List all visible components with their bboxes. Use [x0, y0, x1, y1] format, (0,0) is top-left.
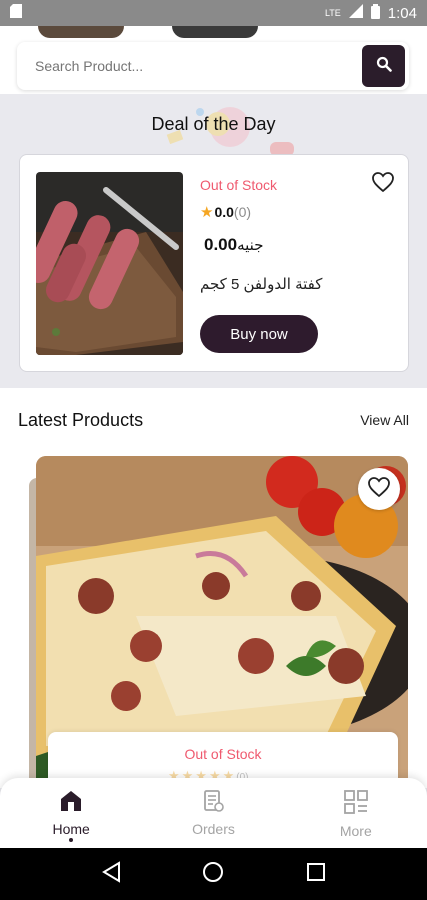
favorite-button[interactable]: [358, 468, 400, 510]
currency: جنيه: [237, 237, 264, 254]
back-icon[interactable]: [101, 860, 121, 888]
nav-home[interactable]: Home: [0, 778, 142, 848]
nav-more[interactable]: More: [285, 778, 427, 848]
deal-product-image[interactable]: [36, 172, 183, 355]
heart-icon: [371, 171, 395, 198]
view-all-link[interactable]: View All: [360, 412, 409, 428]
recents-icon[interactable]: [306, 862, 326, 887]
nav-label: Home: [52, 821, 90, 837]
category-strip[interactable]: [0, 26, 427, 38]
orders-icon: [202, 790, 225, 815]
price: 0.00جنيه: [204, 235, 263, 255]
header-area: [0, 26, 427, 94]
category-thumb[interactable]: [38, 26, 124, 38]
stock-status: Out of Stock: [184, 746, 262, 762]
search-icon: [376, 56, 392, 77]
nav-label: Orders: [192, 821, 235, 837]
category-thumb[interactable]: [172, 26, 258, 38]
star-icon: ★: [200, 204, 214, 221]
clock: 1:04: [387, 4, 417, 22]
search-input[interactable]: [35, 58, 335, 74]
battery-icon: [370, 3, 380, 23]
signal-icon: [348, 4, 363, 22]
rating-value: 0.0: [214, 204, 234, 220]
heart-icon: [367, 476, 391, 503]
nav-label: More: [339, 823, 372, 839]
section-title: Latest Products: [18, 410, 144, 430]
active-indicator: [69, 838, 74, 842]
buy-now-button[interactable]: Buy now: [200, 315, 318, 353]
bottom-navigation: Home Orders More: [0, 778, 427, 848]
favorite-button[interactable]: [368, 169, 398, 199]
deal-section: Deal of the Day Out of Stock ★ 0.0 (0) 0…: [0, 94, 427, 388]
product-card[interactable]: Out of Stock ★★★★★(0): [36, 456, 408, 796]
rating: ★ 0.0 (0): [200, 203, 251, 221]
search-button[interactable]: [362, 45, 405, 87]
latest-products-section: Latest Products View All Out of Stock ★★…: [0, 388, 427, 796]
search-bar: [17, 42, 409, 90]
home-icon: [59, 790, 83, 815]
sd-card-icon: [10, 4, 22, 22]
price-value: 0.00: [204, 235, 238, 254]
deal-title: Deal of the Day: [151, 114, 276, 134]
product-name: كفتة الدولفن 5 كجم: [200, 276, 323, 293]
lte-label: LTE: [324, 8, 341, 18]
nav-orders[interactable]: Orders: [142, 778, 284, 848]
deal-card[interactable]: Out of Stock ★ 0.0 (0) 0.00جنيه كفتة الد…: [19, 154, 409, 372]
grid-icon: [343, 790, 368, 817]
system-navigation-bar: [0, 848, 427, 900]
stock-status: Out of Stock: [200, 177, 278, 193]
rating-count: (0): [233, 204, 252, 220]
status-bar: LTE 1:04: [0, 0, 427, 26]
home-circle-icon[interactable]: [202, 861, 224, 888]
